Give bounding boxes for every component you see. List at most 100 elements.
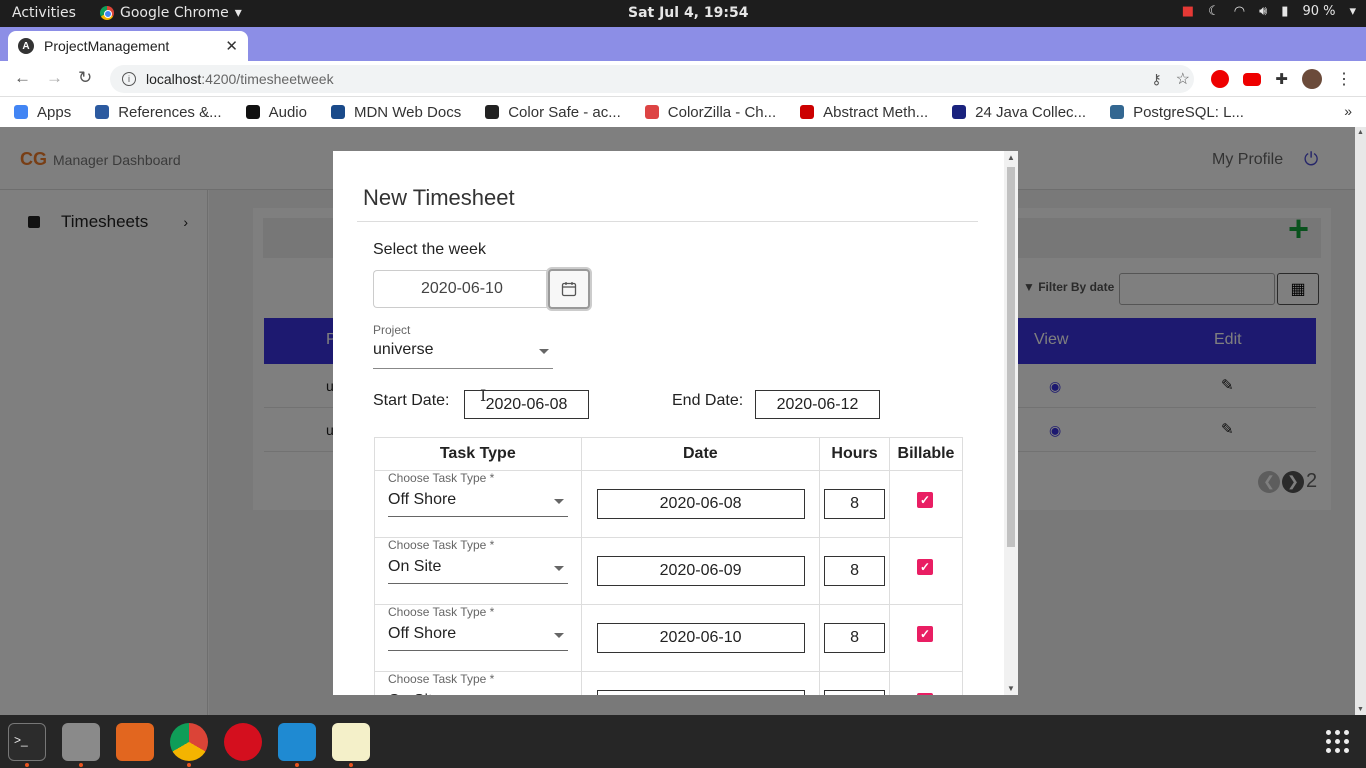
close-tab-icon[interactable]: ✕ [225, 37, 238, 55]
browser-tab[interactable]: A ProjectManagement ✕ [8, 31, 248, 61]
bookmark-item[interactable]: 24 Java Collec... [952, 104, 1086, 121]
youtube-extension-icon[interactable] [1243, 72, 1262, 86]
vscode-icon[interactable] [278, 723, 316, 761]
task-hours-input[interactable] [824, 690, 886, 695]
billable-checkbox[interactable]: ✓ [917, 693, 934, 695]
task-type-select[interactable]: Off Shore [388, 491, 568, 517]
bookmark-label: Apps [37, 103, 72, 121]
page-scrollbar[interactable]: ▲ ▼ [1355, 127, 1366, 715]
task-type-label: Choose Task Type * [388, 605, 495, 619]
billable-cell: ✓ [889, 537, 963, 605]
avatar[interactable] [1302, 69, 1322, 89]
task-date-input[interactable] [596, 690, 805, 695]
task-date-value: 2020-06-09 [659, 562, 742, 579]
hours-cell [819, 671, 891, 695]
activities-button[interactable]: Activities [12, 5, 76, 21]
task-hours-input[interactable]: 8 [824, 556, 886, 586]
bookmark-icon [330, 105, 345, 119]
billable-cell: ✓ [889, 470, 963, 538]
extensions: ✚ ⋮ [1211, 69, 1352, 89]
task-type-label: Choose Task Type * [388, 672, 495, 686]
scroll-down-icon[interactable]: ▼ [1007, 684, 1015, 693]
scroll-down-icon[interactable]: ▼ [1357, 706, 1364, 713]
chrome-icon [100, 6, 114, 20]
bookmark-label: Color Safe - ac... [508, 103, 621, 121]
task-hours-value: 8 [850, 562, 860, 579]
bookmark-item[interactable]: References &... [95, 104, 222, 121]
clock[interactable]: Sat Jul 4, 19:54 [628, 5, 748, 21]
task-row: Choose Task Type * On Site 2020-06-09 8 ✓ [374, 537, 963, 605]
billable-checkbox[interactable]: ✓ [917, 492, 934, 508]
forward-icon[interactable]: → [46, 68, 63, 88]
bookmark-item[interactable]: PostgreSQL: L... [1110, 104, 1244, 121]
bookmark-item[interactable]: Audio [245, 103, 307, 121]
text-editor-icon[interactable] [332, 723, 370, 761]
task-hours-input[interactable]: 8 [824, 623, 886, 653]
task-type-label: Choose Task Type * [388, 538, 495, 552]
scroll-up-icon[interactable]: ▲ [1007, 153, 1015, 162]
info-icon[interactable]: i [122, 72, 136, 86]
menu-icon[interactable]: ⋮ [1336, 69, 1352, 89]
task-table: Task Type Date Hours Billable Choose Tas… [374, 437, 963, 695]
modal-scrollbar[interactable]: ▲ ▼ [1004, 151, 1018, 695]
puzzle-icon[interactable]: ✚ [1275, 70, 1288, 88]
column-header-billable: Billable [889, 437, 963, 471]
week-input[interactable]: 2020-06-10 [373, 270, 549, 308]
bookmark-item[interactable]: Color Safe - ac... [485, 104, 621, 121]
show-applications-icon[interactable] [1326, 730, 1349, 753]
reload-icon[interactable]: ↻ [78, 68, 92, 88]
week-calendar-button[interactable] [548, 269, 590, 309]
task-type-select[interactable]: On Site [388, 692, 568, 695]
task-type-select[interactable]: Off Shore [388, 625, 568, 651]
bookmark-label: 24 Java Collec... [975, 103, 1087, 121]
bookmarks-overflow-icon[interactable]: » [1344, 103, 1352, 119]
bookmark-item[interactable]: MDN Web Docs [330, 103, 462, 121]
bookmark-item[interactable]: ColorZilla - Ch... [644, 104, 776, 121]
task-date-input[interactable]: 2020-06-09 [596, 556, 805, 586]
star-icon[interactable]: ☆ [1176, 69, 1190, 89]
software-center-icon[interactable] [116, 723, 154, 761]
week-label: Select the week [373, 241, 486, 258]
billable-checkbox[interactable]: ✓ [917, 626, 934, 642]
address-bar[interactable]: i localhost:4200/timesheetweek [110, 65, 1194, 93]
terminal-icon[interactable]: >_ [8, 723, 46, 761]
battery-level: 90 % [1302, 4, 1336, 19]
text-cursor-icon: I [480, 386, 487, 405]
task-date-value: 2020-06-08 [659, 495, 742, 512]
new-timesheet-modal: ▲ ▼ New Timesheet Select the week 2020-0… [333, 151, 1018, 695]
dropdown-arrow-icon [554, 633, 564, 638]
key-icon[interactable]: ⚷ [1151, 71, 1161, 88]
end-date-input[interactable]: 2020-06-12 [755, 390, 880, 419]
opera-extension-icon[interactable] [1211, 70, 1230, 88]
project-select[interactable]: universe [373, 341, 553, 369]
bookmark-item[interactable]: Abstract Meth... [800, 104, 928, 121]
task-type-value: Off Shore [388, 491, 457, 508]
bookmark-label: Audio [268, 103, 307, 121]
bookmark-item[interactable]: Apps [14, 104, 71, 121]
dropdown-arrow-icon [539, 349, 549, 354]
scrollbar-thumb[interactable] [1007, 167, 1015, 547]
task-type-label: Choose Task Type * [388, 471, 495, 485]
chrome-dock-icon[interactable] [170, 723, 208, 761]
dock: >_ [0, 715, 1366, 768]
scroll-up-icon[interactable]: ▲ [1357, 129, 1364, 136]
system-tray[interactable]: ■ ☾ ◠ 🔊︎ ▮ 90 % ▾ [1182, 4, 1356, 19]
start-date-label: Start Date: [373, 392, 450, 409]
end-date-label: End Date: [672, 392, 744, 409]
billable-checkbox[interactable]: ✓ [917, 559, 934, 575]
files-icon[interactable] [62, 723, 100, 761]
task-hours-input[interactable]: 8 [824, 489, 886, 519]
angular-icon: A [18, 38, 34, 54]
night-light-icon: ☾ [1208, 4, 1220, 19]
bookmark-label: PostgreSQL: L... [1133, 103, 1244, 121]
task-type-select[interactable]: On Site [388, 558, 568, 584]
camera-icon: ■ [1181, 4, 1195, 19]
opera-icon[interactable] [224, 723, 262, 761]
bookmark-label: MDN Web Docs [353, 103, 462, 121]
app-menu[interactable]: Google Chrome ▾ [100, 5, 242, 21]
back-icon[interactable]: ← [14, 68, 31, 88]
task-date-input[interactable]: 2020-06-08 [596, 489, 805, 519]
task-date-input[interactable]: 2020-06-10 [596, 623, 805, 653]
task-type-cell: Choose Task Type * On Site [374, 671, 582, 695]
bookmark-icon [14, 105, 28, 119]
